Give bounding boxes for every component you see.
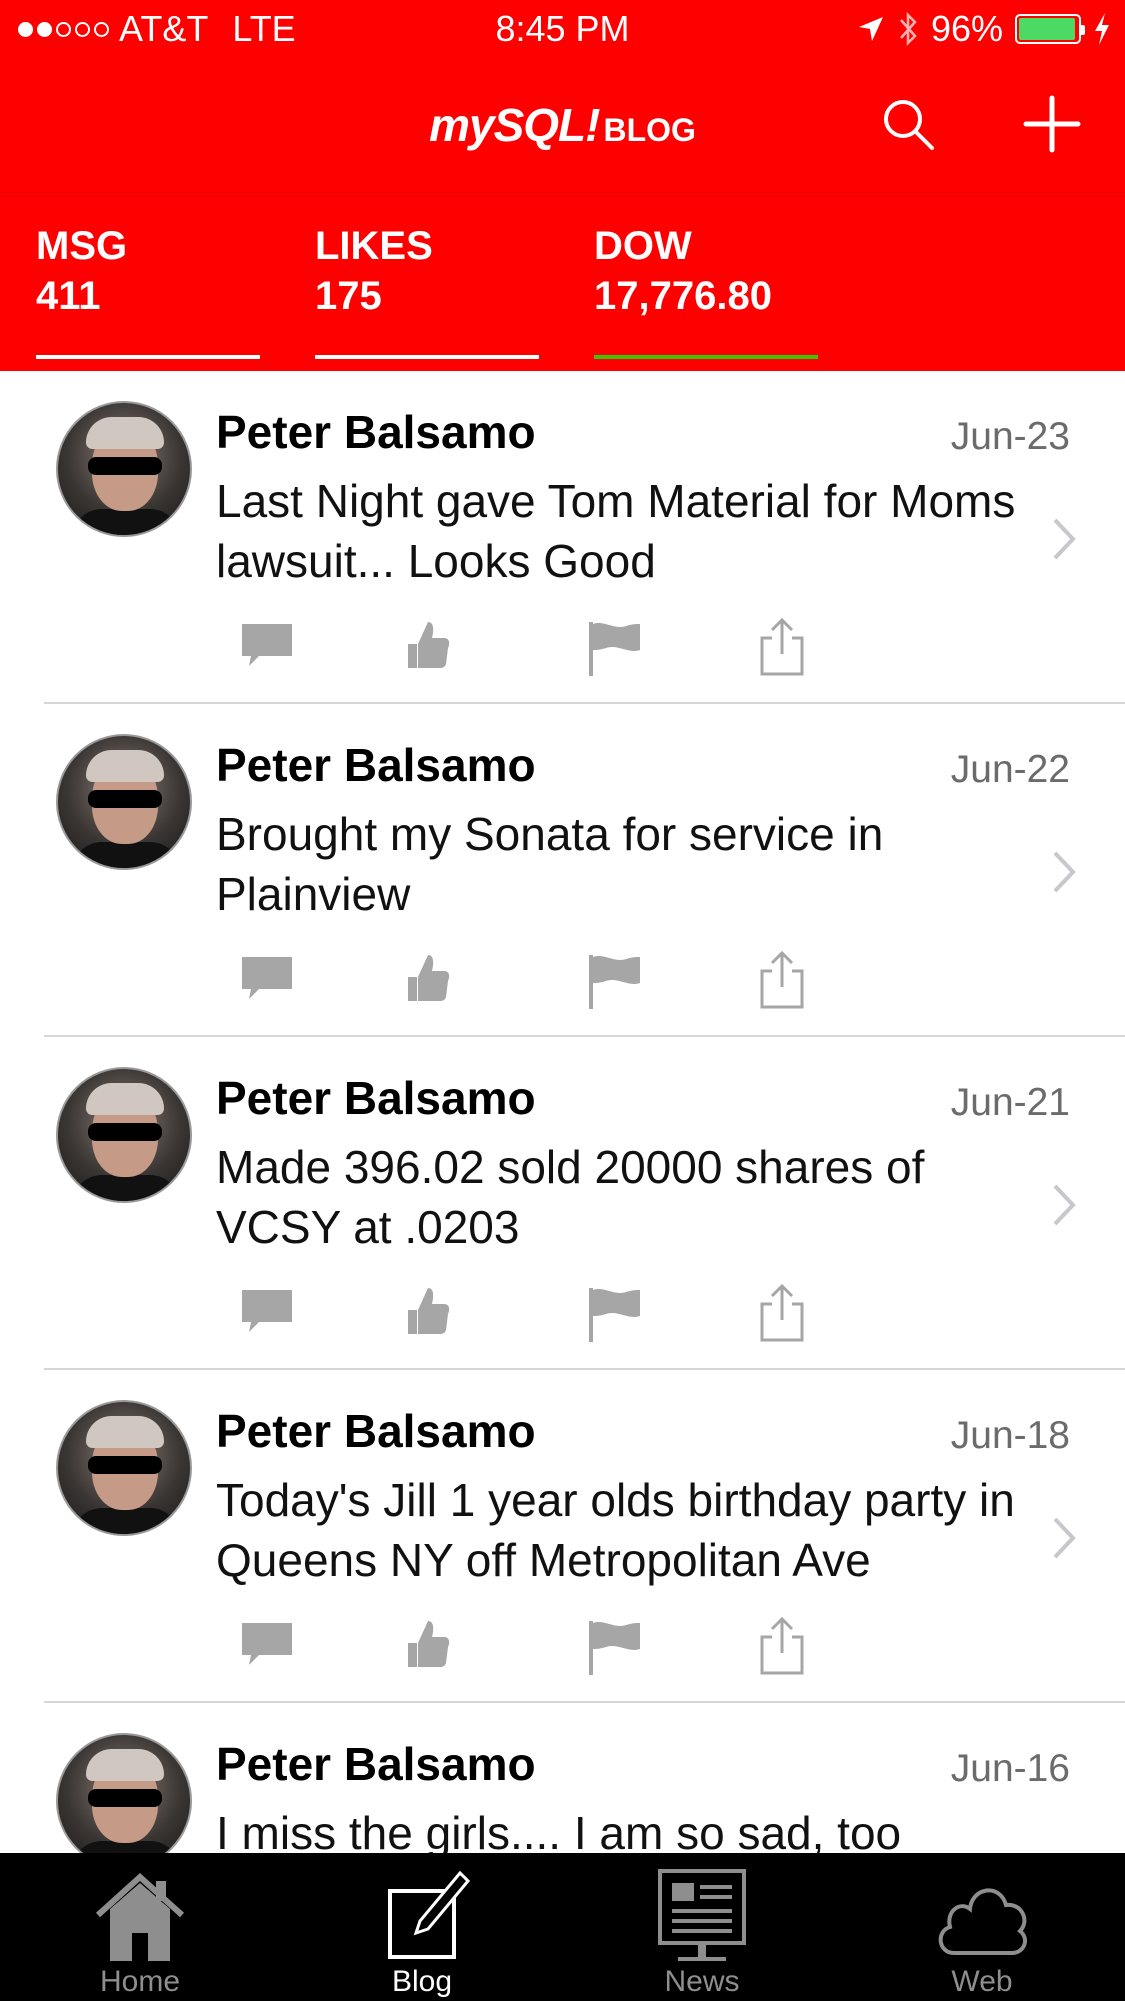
post-text: Last Night gave Tom Material for Moms la… xyxy=(216,475,1016,587)
chevron-right-icon xyxy=(1053,851,1076,893)
stat-underline xyxy=(594,355,818,359)
flag-icon[interactable] xyxy=(584,1615,644,1675)
stat-underline xyxy=(36,355,260,359)
post-author: Peter Balsamo xyxy=(216,1738,536,1790)
tab-label: Web xyxy=(951,1965,1013,1998)
search-icon[interactable] xyxy=(878,94,938,154)
battery-icon xyxy=(1015,14,1085,44)
chevron-right-icon xyxy=(1053,1517,1076,1559)
flag-icon[interactable] xyxy=(584,1282,644,1342)
nav-bar: mySQL! BLOG xyxy=(0,64,1125,193)
stats-bar: MSG 411 LIKES 175 DOW 17,776.80 xyxy=(0,193,1125,371)
comment-icon[interactable] xyxy=(237,1615,297,1675)
charging-bolt-icon xyxy=(1095,13,1109,45)
cloud-icon xyxy=(938,1888,1028,1955)
stat-label: MSG xyxy=(36,224,128,268)
app-logo: mySQL! BLOG xyxy=(0,98,1125,152)
post-text: Made 396.02 sold 20000 shares of VCSY at… xyxy=(216,1141,925,1253)
bluetooth-icon xyxy=(899,11,917,47)
avatar xyxy=(56,401,192,537)
chevron-right-icon xyxy=(1053,518,1076,560)
stat-dow[interactable]: DOW 17,776.80 xyxy=(594,221,818,359)
share-icon[interactable] xyxy=(752,1282,812,1342)
status-right: 96% xyxy=(857,8,1111,50)
post-date: Jun-23 xyxy=(950,415,1070,458)
like-icon[interactable] xyxy=(400,616,460,676)
list-item[interactable]: Peter Balsamo Jun-23 Last Night gave Tom… xyxy=(0,371,1125,704)
comment-icon[interactable] xyxy=(237,1282,297,1342)
tab-bar: Home Blog News Web xyxy=(0,1853,1125,2001)
tab-news[interactable]: News xyxy=(602,1853,802,2001)
list-item[interactable]: Peter Balsamo Jun-22 Brought my Sonata f… xyxy=(0,704,1125,1037)
comment-icon[interactable] xyxy=(237,949,297,1009)
blog-icon xyxy=(388,1870,471,1959)
tab-label: News xyxy=(664,1965,740,1998)
tab-label: Blog xyxy=(391,1965,453,1998)
stat-likes[interactable]: LIKES 175 xyxy=(315,221,539,359)
post-date: Jun-22 xyxy=(950,748,1070,791)
share-icon[interactable] xyxy=(752,949,812,1009)
comment-icon[interactable] xyxy=(237,616,297,676)
post-author: Peter Balsamo xyxy=(216,406,536,458)
tab-home[interactable]: Home xyxy=(40,1853,240,2001)
avatar xyxy=(56,1733,192,1853)
post-date: Jun-16 xyxy=(950,1747,1070,1790)
post-list[interactable]: Peter Balsamo Jun-23 Last Night gave Tom… xyxy=(0,371,1125,1853)
list-item[interactable]: Peter Balsamo Jun-16 I miss the girls...… xyxy=(0,1703,1125,1853)
list-item[interactable]: Peter Balsamo Jun-18 Today's Jill 1 year… xyxy=(0,1370,1125,1703)
status-bar: AT&T LTE 8:45 PM 96% xyxy=(0,0,1125,64)
stat-label: DOW xyxy=(594,224,692,268)
avatar xyxy=(56,1400,192,1536)
stat-underline xyxy=(315,355,539,359)
share-icon[interactable] xyxy=(752,1615,812,1675)
stat-value: 175 xyxy=(315,274,382,318)
post-author: Peter Balsamo xyxy=(216,1072,536,1124)
post-date: Jun-18 xyxy=(950,1414,1070,1457)
stat-value: 411 xyxy=(36,274,101,318)
location-arrow-icon xyxy=(858,17,883,41)
flag-icon[interactable] xyxy=(584,616,644,676)
tab-web[interactable]: Web xyxy=(882,1853,1082,2001)
post-author: Peter Balsamo xyxy=(216,739,536,791)
home-icon xyxy=(95,1872,185,1961)
stat-value: 17,776.80 xyxy=(594,274,772,318)
like-icon[interactable] xyxy=(400,1282,460,1342)
like-icon[interactable] xyxy=(400,1615,460,1675)
share-icon[interactable] xyxy=(752,616,812,676)
add-post-button[interactable] xyxy=(1022,94,1082,154)
stat-msg[interactable]: MSG 411 xyxy=(36,221,260,359)
list-item[interactable]: Peter Balsamo Jun-21 Made 396.02 sold 20… xyxy=(0,1037,1125,1370)
tab-label: Home xyxy=(99,1965,181,1998)
avatar xyxy=(56,1067,192,1203)
logo-main: mySQL! xyxy=(429,99,600,151)
tab-blog[interactable]: Blog xyxy=(322,1853,522,2001)
post-author: Peter Balsamo xyxy=(216,1405,536,1457)
battery-percent: 96% xyxy=(930,8,1003,49)
post-text: I miss the girls.... I am so sad, too xyxy=(216,1807,902,1853)
flag-icon[interactable] xyxy=(584,949,644,1009)
chevron-right-icon xyxy=(1053,1184,1076,1226)
post-date: Jun-21 xyxy=(950,1081,1070,1124)
post-text: Brought my Sonata for service in Plainvi… xyxy=(216,808,884,920)
post-text: Today's Jill 1 year olds birthday party … xyxy=(216,1474,1015,1586)
logo-sub: BLOG xyxy=(603,112,696,148)
news-icon xyxy=(658,1869,746,1961)
like-icon[interactable] xyxy=(400,949,460,1009)
avatar xyxy=(56,734,192,870)
stat-label: LIKES xyxy=(315,224,433,268)
